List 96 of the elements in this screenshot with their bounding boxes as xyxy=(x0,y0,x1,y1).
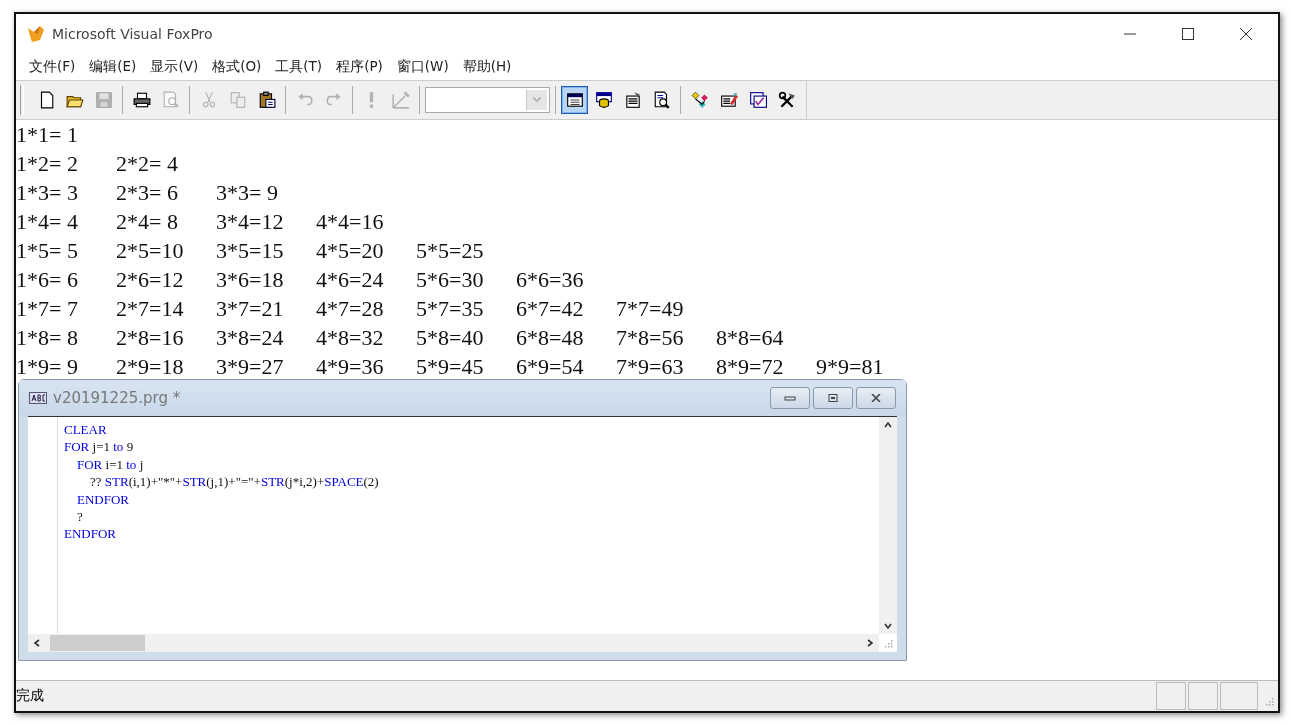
output-text: 5*7=35 xyxy=(416,295,485,322)
output-text: 3*4=12 xyxy=(216,208,285,235)
code-line: CLEAR xyxy=(64,421,108,439)
menu-item[interactable]: 工具(T) xyxy=(270,58,328,76)
output-text: 4*9=36 xyxy=(316,353,385,380)
status-text: 完成 xyxy=(16,687,44,705)
output-text: 1*2= 2 xyxy=(16,150,79,177)
output-text: 5*5=25 xyxy=(416,237,485,264)
form-pencil-icon xyxy=(719,91,738,109)
output-text: 1*9= 9 xyxy=(16,353,79,380)
output-text: 3*6=18 xyxy=(216,266,285,293)
output-text: 1*3= 3 xyxy=(16,179,79,206)
document-magnifier-icon xyxy=(652,91,671,109)
output-text: 6*9=54 xyxy=(516,353,585,380)
output-text: 2*6=12 xyxy=(116,266,185,293)
scroll-right-icon[interactable] xyxy=(865,638,875,648)
code-line: ENDFOR xyxy=(64,525,117,543)
toolbar-button[interactable] xyxy=(561,86,588,114)
output-text: 6*6=36 xyxy=(516,266,585,293)
fox-logo-icon xyxy=(26,24,46,44)
ruler-pencil-icon xyxy=(391,91,410,109)
output-text: 3*5=15 xyxy=(216,237,285,264)
vertical-scrollbar[interactable] xyxy=(879,417,897,634)
output-text: 3*7=21 xyxy=(216,295,285,322)
scroll-up-icon[interactable] xyxy=(883,420,893,430)
copy-icon xyxy=(228,91,247,109)
hammer-wrench-icon xyxy=(777,91,796,109)
close-icon xyxy=(870,394,882,402)
printer-icon xyxy=(132,91,151,109)
diagram-nodes-icon xyxy=(690,91,709,109)
output-text: 1*1= 1 xyxy=(16,121,79,148)
command-window-icon xyxy=(565,91,584,109)
output-text: 3*3= 9 xyxy=(216,179,279,206)
output-text: 5*6=30 xyxy=(416,266,485,293)
output-text: 5*9=45 xyxy=(416,353,485,380)
output-text: 4*7=28 xyxy=(316,295,385,322)
code-line: FOR i=1 to j xyxy=(76,455,145,474)
output-text: 8*8=64 xyxy=(716,324,785,351)
resize-grip-icon[interactable] xyxy=(883,638,893,648)
scrollbar-thumb[interactable] xyxy=(50,635,145,651)
code-line: ENDFOR xyxy=(76,490,130,508)
output-text: 4*5=20 xyxy=(316,237,385,264)
output-text: 1*4= 4 xyxy=(16,208,79,235)
output-text: 2*4= 8 xyxy=(116,208,179,235)
scroll-left-icon[interactable] xyxy=(32,638,42,648)
menu-item[interactable]: 格式(O) xyxy=(207,58,267,76)
output-text: 9*9=81 xyxy=(816,353,885,380)
output-text: 5*8=40 xyxy=(416,324,485,351)
output-text: 6*8=48 xyxy=(516,324,585,351)
output-text: 2*2= 4 xyxy=(116,150,179,177)
horizontal-scrollbar[interactable] xyxy=(28,634,879,652)
checked-form-icon xyxy=(748,91,767,109)
text-file-icon xyxy=(29,392,47,404)
output-text: 6*7=42 xyxy=(516,295,585,322)
code-line: ?? STR(i,1)+"*"+STR(j,1)+"="+STR(j*i,2)+SPACE(2) xyxy=(89,473,380,491)
properties-window-icon xyxy=(623,91,642,109)
restore-icon xyxy=(827,394,839,402)
close-icon[interactable] xyxy=(1240,28,1252,40)
output-text: 2*7=14 xyxy=(116,295,185,322)
magnifier-page-icon xyxy=(161,91,180,109)
restore-button[interactable] xyxy=(813,387,853,409)
output-text: 1*5= 5 xyxy=(16,237,79,264)
code-line: ? xyxy=(76,507,84,526)
output-text: 2*5=10 xyxy=(116,237,185,264)
database-window-icon xyxy=(594,91,613,109)
output-text: 2*8=16 xyxy=(116,324,185,351)
output-text: 7*7=49 xyxy=(616,295,685,322)
menu-item[interactable]: 显示(V) xyxy=(145,58,204,76)
clipboard-icon xyxy=(257,91,276,109)
menu-item[interactable]: 程序(P) xyxy=(331,58,388,76)
output-text: 2*9=18 xyxy=(116,353,185,380)
menu-item[interactable]: 文件(F) xyxy=(24,58,81,76)
window-title: Microsoft Visual FoxPro xyxy=(52,26,213,42)
output-text: 1*6= 6 xyxy=(16,266,79,293)
output-text: 1*8= 8 xyxy=(16,324,79,351)
scroll-down-icon[interactable] xyxy=(883,621,893,631)
close-button[interactable] xyxy=(856,387,896,409)
output-text: 4*6=24 xyxy=(316,266,385,293)
output-text: 4*8=32 xyxy=(316,324,385,351)
output-text: 8*9=72 xyxy=(716,353,785,380)
output-text: 2*3= 6 xyxy=(116,179,179,206)
resize-grip-icon[interactable] xyxy=(1264,696,1274,706)
minimize-icon xyxy=(784,394,796,402)
output-text: 7*8=56 xyxy=(616,324,685,351)
menu-item[interactable]: 帮助(H) xyxy=(457,58,517,76)
output-text: 1*7= 7 xyxy=(16,295,79,322)
output-text: 7*9=63 xyxy=(616,353,685,380)
output-text: 3*9=27 xyxy=(216,353,285,380)
output-text: 4*4=16 xyxy=(316,208,385,235)
maximize-icon[interactable] xyxy=(1182,28,1194,40)
editor-title: v20191225.prg * xyxy=(53,389,181,407)
output-text: 3*8=24 xyxy=(216,324,285,351)
exclamation-icon xyxy=(369,91,374,109)
menu-item[interactable]: 窗口(W) xyxy=(391,58,454,76)
code-line: FOR j=1 to 9 xyxy=(64,438,135,456)
menu-item[interactable]: 编辑(E) xyxy=(84,58,142,76)
